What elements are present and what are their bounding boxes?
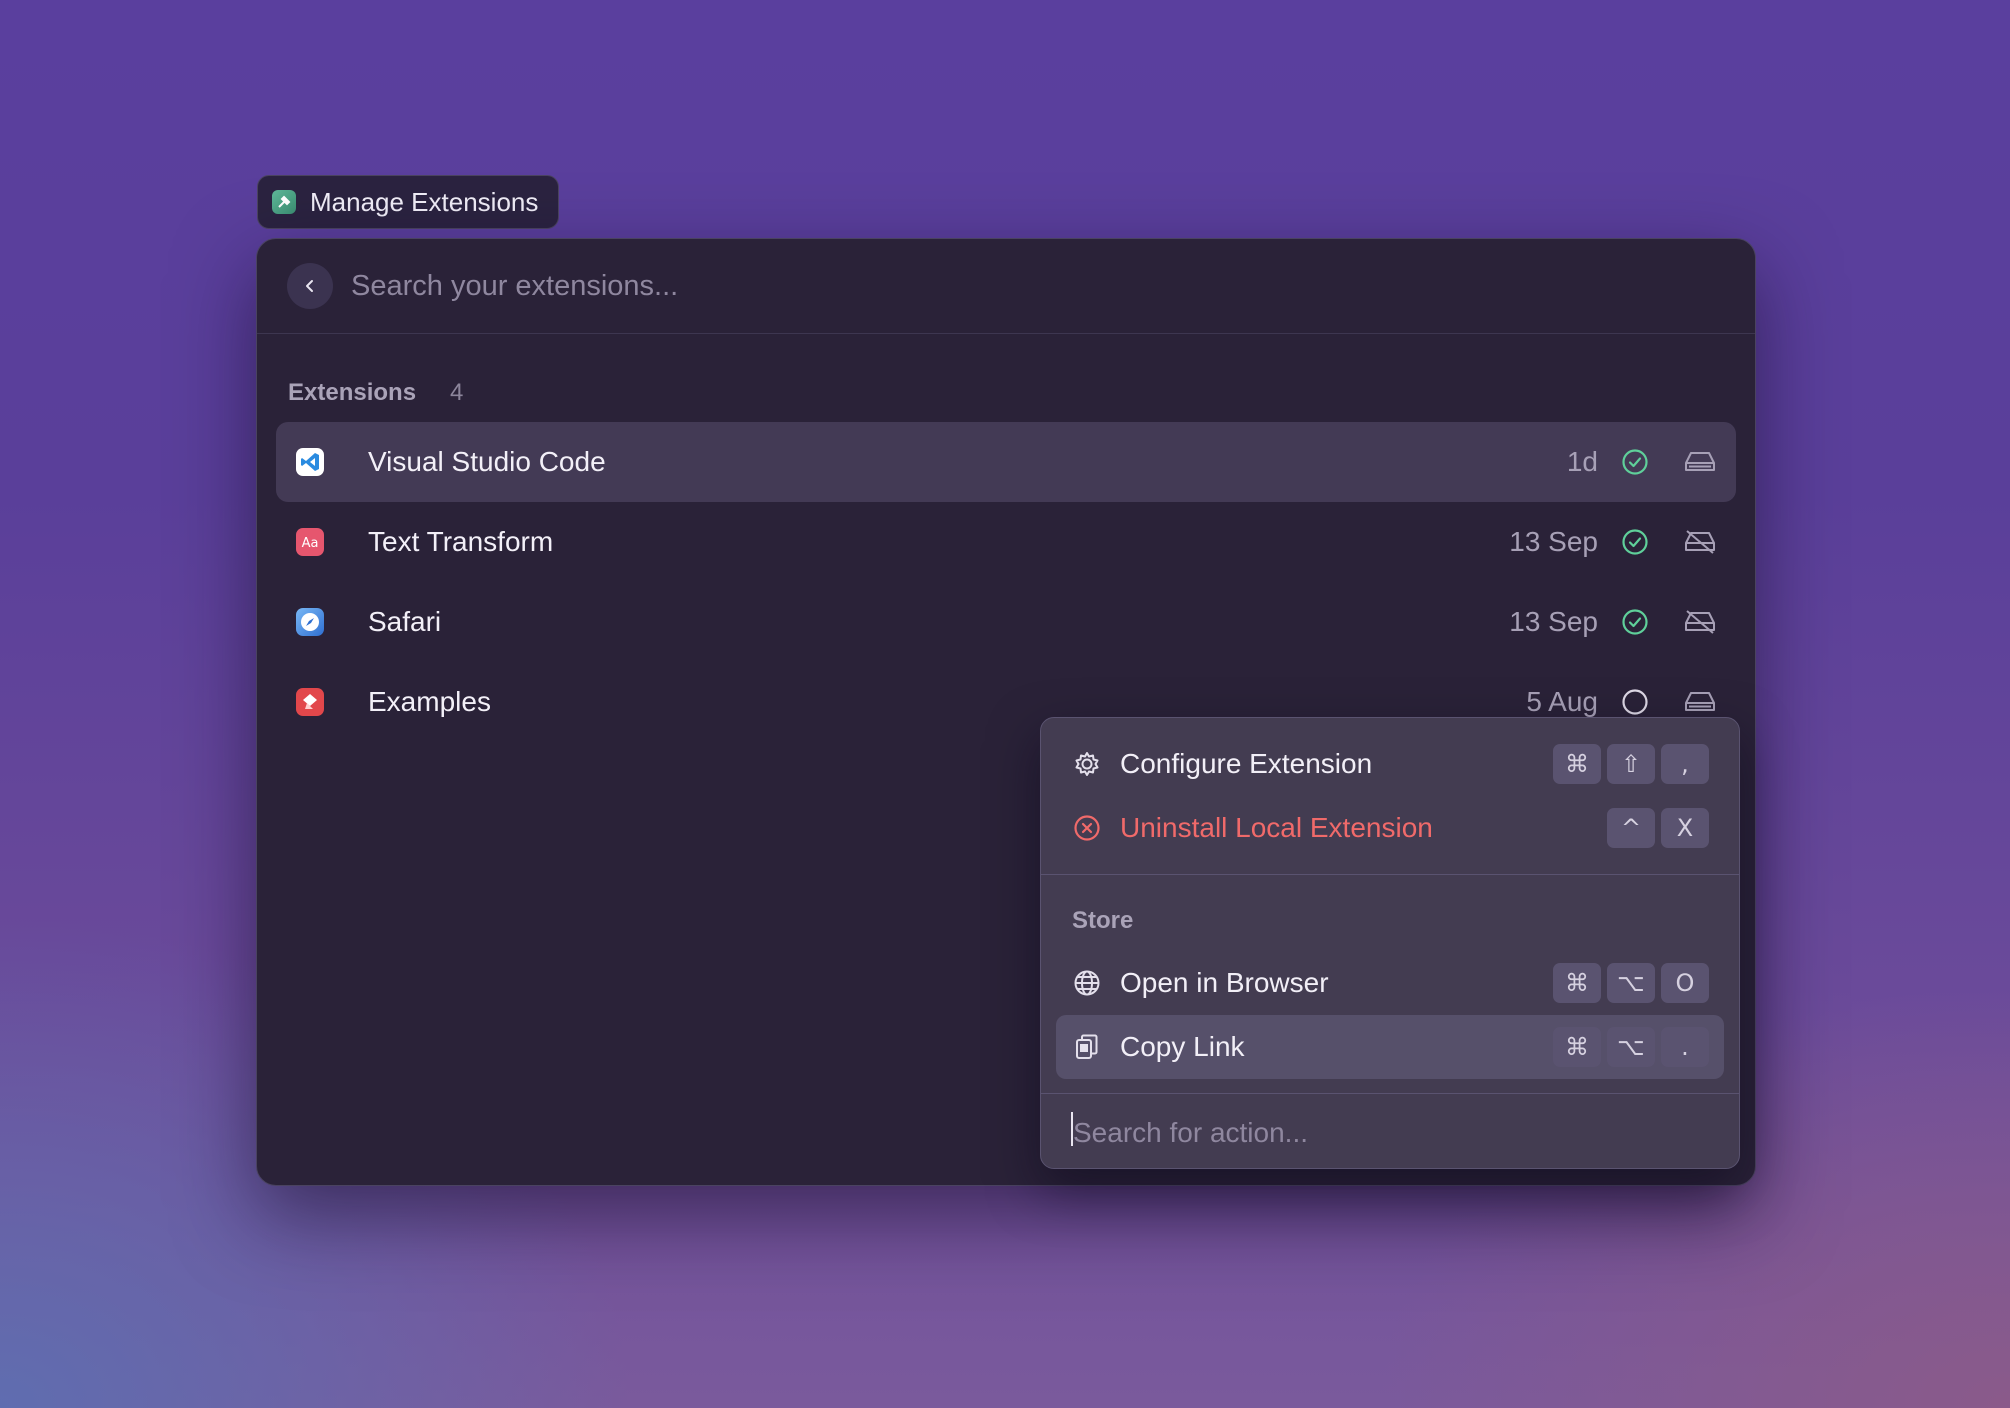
check-circle-icon (1620, 447, 1650, 477)
list-item[interactable]: Visual Studio Code 1d (276, 422, 1736, 502)
key-comma: , (1661, 744, 1709, 784)
search-bar (257, 239, 1755, 334)
hammer-icon (272, 190, 296, 214)
extension-date: 13 Sep (1509, 526, 1598, 557)
globe-icon (1072, 968, 1102, 998)
vscode-icon (296, 448, 324, 476)
section-header: Extensions 4 (257, 364, 1755, 422)
action-group-store: Open in Browser ⌘ ⌥ O Copy Link ⌘ ⌥ . (1041, 951, 1739, 1079)
shortcut: ^ X (1607, 808, 1709, 848)
svg-text:Aa: Aa (302, 536, 319, 550)
uninstall-extension-action[interactable]: Uninstall Local Extension ^ X (1056, 796, 1724, 860)
key-x: X (1661, 808, 1709, 848)
x-circle-icon (1072, 813, 1102, 843)
drive-off-icon (1684, 607, 1716, 637)
key-cmd: ⌘ (1553, 744, 1601, 784)
extension-name: Examples (368, 686, 491, 717)
section-count: 4 (450, 379, 464, 406)
drive-icon (1684, 687, 1716, 717)
shortcut: ⌘ ⇧ , (1553, 744, 1709, 784)
gear-icon (1072, 749, 1102, 779)
configure-extension-action[interactable]: Configure Extension ⌘ ⇧ , (1056, 732, 1724, 796)
key-ctrl: ^ (1607, 808, 1655, 848)
extension-date: 5 Aug (1526, 686, 1598, 717)
action-label: Open in Browser (1120, 967, 1329, 998)
tab-title: Manage Extensions (310, 186, 539, 217)
extension-list: Visual Studio Code 1d Aa Text Transform … (257, 422, 1755, 742)
key-cmd: ⌘ (1553, 1027, 1601, 1067)
action-group-primary: Configure Extension ⌘ ⇧ , Uninstall Loca… (1041, 718, 1739, 860)
check-circle-icon (1620, 527, 1650, 557)
copy-link-action[interactable]: Copy Link ⌘ ⌥ . (1056, 1015, 1724, 1079)
check-circle-icon (1620, 607, 1650, 637)
extension-name: Safari (368, 606, 442, 637)
safari-icon (296, 608, 324, 636)
copy-icon (1072, 1032, 1102, 1062)
examples-icon (296, 688, 324, 716)
key-o: O (1661, 963, 1709, 1003)
command-tab: Manage Extensions (257, 175, 560, 229)
list-item[interactable]: Aa Text Transform 13 Sep (276, 502, 1736, 582)
action-panel: Configure Extension ⌘ ⇧ , Uninstall Loca… (1040, 717, 1740, 1169)
search-input[interactable] (351, 269, 1725, 303)
shortcut: ⌘ ⌥ O (1553, 963, 1709, 1003)
open-in-browser-action[interactable]: Open in Browser ⌘ ⌥ O (1056, 951, 1724, 1015)
key-cmd: ⌘ (1553, 963, 1601, 1003)
action-label: Copy Link (1120, 1031, 1245, 1062)
store-section-title: Store (1072, 907, 1134, 934)
action-search-input[interactable] (1041, 1094, 1739, 1168)
action-label: Uninstall Local Extension (1120, 812, 1433, 843)
drive-off-icon (1684, 527, 1716, 557)
shortcut: ⌘ ⌥ . (1553, 1027, 1709, 1067)
empty-circle-icon (1620, 687, 1650, 717)
key-option: ⌥ (1607, 963, 1655, 1003)
action-label: Configure Extension (1120, 748, 1373, 779)
text-transform-icon: Aa (296, 528, 324, 556)
key-shift: ⇧ (1607, 744, 1655, 784)
text-caret (1071, 1112, 1073, 1146)
key-period: . (1661, 1027, 1709, 1067)
list-item[interactable]: Safari 13 Sep (276, 582, 1736, 662)
extension-date: 13 Sep (1509, 606, 1598, 637)
extension-date: 1d (1566, 446, 1598, 477)
section-title: Extensions (288, 379, 417, 406)
back-button[interactable] (287, 263, 333, 309)
key-option: ⌥ (1607, 1027, 1655, 1067)
drive-icon (1684, 447, 1716, 477)
extension-name: Visual Studio Code (368, 446, 606, 477)
chevron-left-icon (306, 280, 313, 292)
extension-name: Text Transform (368, 526, 554, 557)
